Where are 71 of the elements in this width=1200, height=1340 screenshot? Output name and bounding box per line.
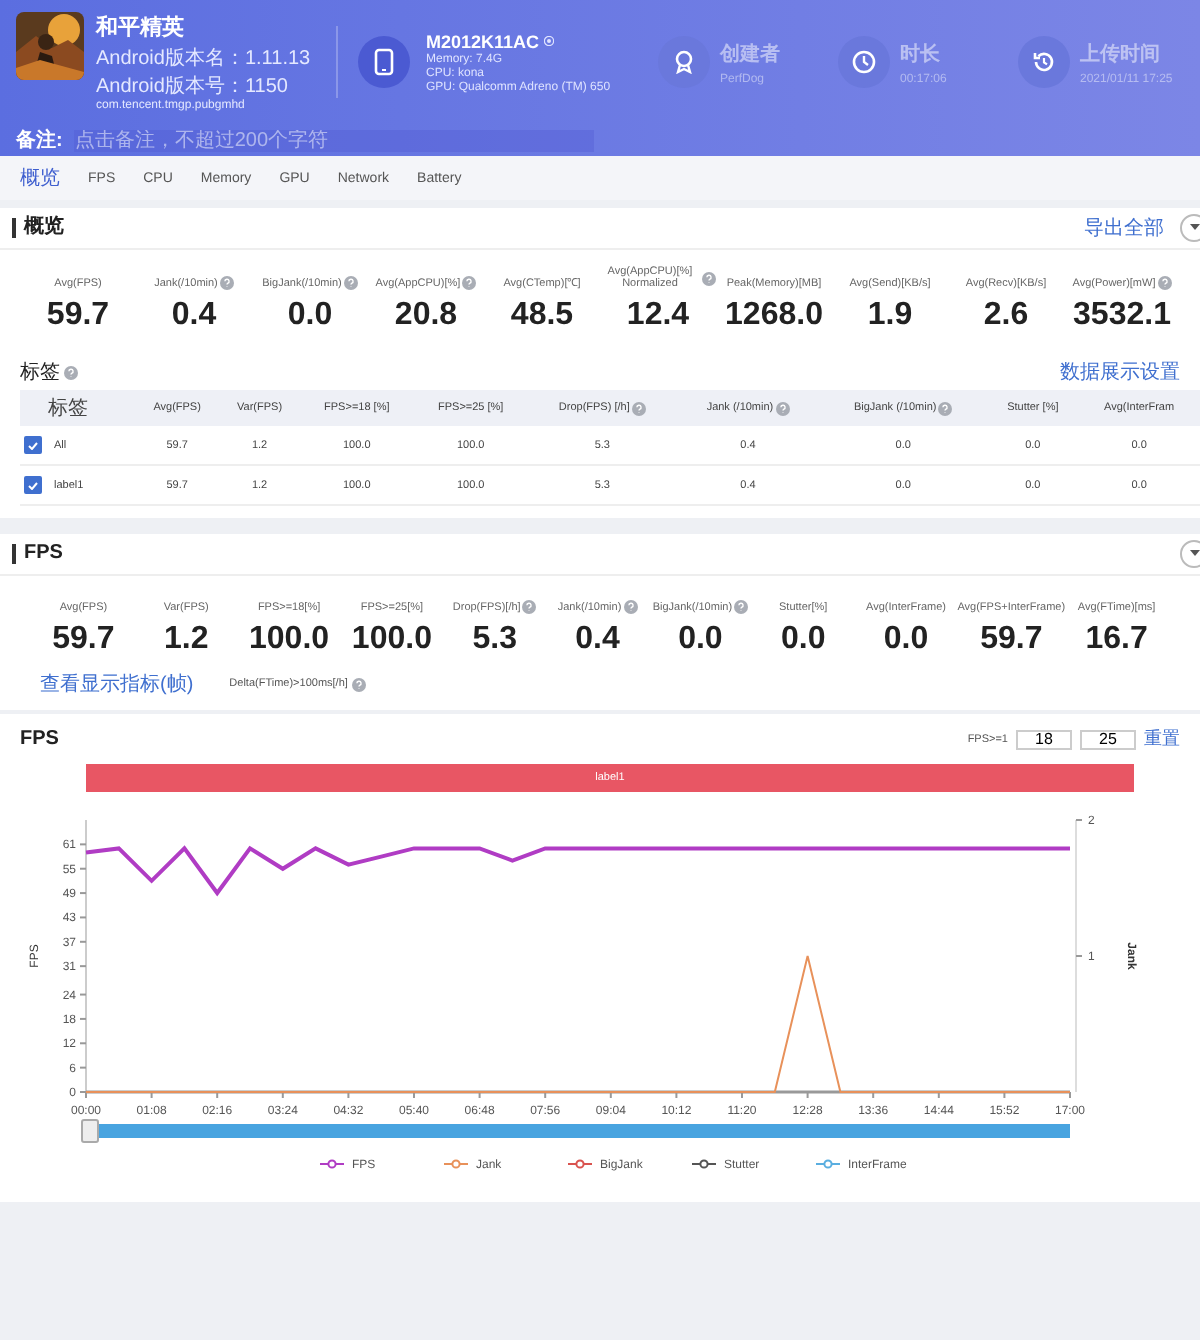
metric-value: 100.0	[249, 622, 330, 658]
collapse-button[interactable]	[1180, 214, 1200, 242]
help-icon[interactable]	[343, 276, 358, 290]
tab[interactable]: 概览	[8, 156, 72, 200]
metric-value: 59.7	[980, 622, 1043, 658]
threshold-field[interactable]: 25	[1080, 729, 1136, 749]
metric-value: 48.5	[510, 298, 574, 334]
collapse-button[interactable]	[1180, 540, 1200, 568]
tags-title: 标签	[20, 359, 60, 386]
help-icon[interactable]	[938, 401, 953, 415]
metric-value: 0.0	[678, 622, 723, 658]
caret-icon	[1189, 224, 1199, 232]
metric-value: 0.4	[171, 298, 217, 334]
remark-label: 备注:	[16, 126, 63, 154]
app-name: 和平精英	[96, 13, 186, 42]
checkbox[interactable]	[24, 436, 42, 454]
stat-label: 时长	[900, 41, 942, 67]
help-icon[interactable]	[702, 271, 716, 285]
help-icon[interactable]	[1157, 276, 1172, 290]
help-icon[interactable]	[522, 600, 537, 614]
legend-marker[interactable]	[443, 1159, 469, 1169]
version-code: Android版本号：1150	[96, 73, 290, 99]
metric-value: 16.7	[1085, 622, 1148, 658]
help-icon[interactable]	[351, 677, 366, 691]
version-name: Android版本名：1.11.13	[96, 45, 311, 72]
column-header: 标签	[48, 395, 88, 422]
settings-link[interactable]: 数据展示设置	[1060, 358, 1180, 386]
help-icon[interactable]	[219, 276, 234, 290]
metric-value: 0.0	[780, 622, 826, 658]
chart-title: FPS	[20, 728, 59, 750]
history-icon	[1032, 50, 1056, 74]
threshold-field[interactable]: 18	[1016, 729, 1072, 749]
metric-value: 20.8	[394, 298, 458, 334]
metric-value: 0.0	[287, 298, 333, 334]
metric-value: 3532.1	[1073, 298, 1171, 334]
reset-link[interactable]: 重置	[1144, 726, 1180, 752]
zoom-slider[interactable]	[81, 1119, 1070, 1143]
legend-marker[interactable]	[319, 1159, 345, 1169]
help-icon[interactable]	[64, 365, 78, 379]
metric-value: 59.7	[46, 298, 110, 334]
legend-marker[interactable]	[691, 1159, 717, 1169]
stat-label: 上传时间	[1080, 41, 1162, 67]
device-model: M2012K11AC	[426, 31, 540, 51]
info-icon[interactable]	[543, 36, 554, 46]
caret-icon	[1189, 550, 1199, 558]
metric-value: 1.9	[867, 298, 913, 334]
phone-icon	[358, 36, 410, 88]
checkbox[interactable]	[24, 476, 42, 494]
section-title: 概览	[12, 218, 64, 238]
help-icon[interactable]	[734, 600, 749, 614]
legend-marker[interactable]	[567, 1159, 593, 1169]
help-icon[interactable]	[462, 276, 477, 290]
metrics-link[interactable]: 查看显示指标(帧)	[40, 670, 194, 698]
metric-value: 0.0	[883, 622, 929, 658]
export-link[interactable]: 导出全部	[1084, 214, 1164, 242]
clock-icon	[852, 50, 876, 74]
metric-value: 1.2	[163, 622, 209, 658]
section-title: FPS	[12, 544, 63, 564]
metric-value: 100.0	[351, 622, 432, 658]
legend-marker[interactable]	[815, 1159, 841, 1169]
metric-value: 5.3	[472, 622, 517, 658]
metric-value: 1268.0	[725, 298, 823, 334]
award-icon	[672, 50, 696, 74]
metric-value: 0.4	[575, 622, 620, 658]
help-icon[interactable]	[775, 401, 790, 415]
help-icon[interactable]	[623, 600, 638, 614]
help-icon[interactable]	[631, 401, 646, 415]
metric-value: 2.6	[983, 298, 1029, 334]
stat-label: 创建者	[720, 41, 780, 67]
metric-value: 59.7	[52, 622, 115, 658]
metric-value: 12.4	[626, 298, 690, 334]
